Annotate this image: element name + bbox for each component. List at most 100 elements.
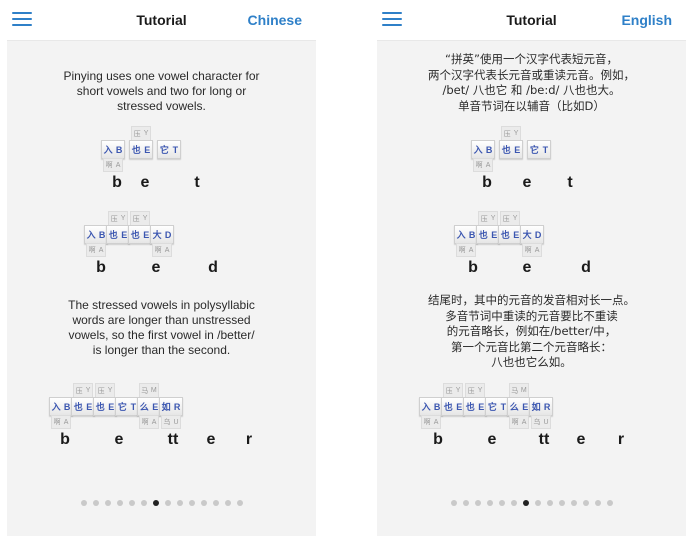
cube-face: 如R [159,397,183,416]
letter: d [208,259,218,276]
tutorial-page: “拼英”使用一个汉字代表短元音， 两个汉字代表长元音或重读元音。例如， /bet… [377,41,686,536]
page-dot[interactable] [594,500,601,506]
letter: e [140,174,150,191]
example-bed: 入B啊A 压Y也E 压Y也E 大D啊A b e d [377,211,686,276]
language-toggle-button[interactable]: English [621,12,672,28]
page-indicator[interactable] [7,500,316,506]
cube-top: 压Y [478,211,498,226]
page-dot[interactable] [80,500,87,506]
phone-screen-chinese: Tutorial English “拼英”使用一个汉字代表短元音， 两个汉字代表… [377,0,686,536]
page-dot[interactable] [128,500,135,506]
page-dot[interactable] [486,500,493,506]
page-dot[interactable] [462,500,469,506]
letter: e [522,259,532,276]
pronunciation-letters: b e tt e r [377,431,686,449]
cube-face: 如R [529,397,553,416]
letter: t [567,174,573,191]
page-dot[interactable] [450,500,457,506]
page-dot[interactable] [558,500,565,506]
page-dot[interactable] [582,500,589,506]
cube-ba: 入B啊A [470,126,496,172]
page-dot[interactable] [546,500,553,506]
letter: e [487,431,497,448]
language-toggle-button[interactable]: Chinese [248,12,302,28]
page-dot[interactable] [534,500,541,506]
intro-text: Pinying uses one vowel character for sho… [63,69,260,113]
cube-top: 压Y [73,383,93,398]
cube-top: 马M [509,383,529,398]
cube-top: 压Y [465,383,485,398]
cube-top: 压Y [108,211,128,226]
example-bet: 入B啊A 压Y也E 它T b e t [377,126,686,191]
tutorial-page: Pinying uses one vowel character for sho… [7,41,316,536]
page-dot-active[interactable] [522,500,529,506]
cube-row: 入B啊A 压Y也E 压Y也E 大D啊A [453,211,544,257]
cube-bottom: 啊A [51,415,71,429]
body-text: The stressed vowels in polysyllabic word… [68,298,255,357]
cube-top: 马M [139,383,159,398]
page-dot[interactable] [510,500,517,506]
letter: b [433,431,443,448]
pronunciation-letters: b e t [7,174,316,192]
cube-row: 入B啊A 压Y也E 压Y也E 它T 马M么E啊A 如R乌U [418,383,553,429]
hamburger-menu-icon[interactable] [12,11,32,27]
cube-bottom: 啊A [139,415,159,429]
page-indicator[interactable] [377,500,686,506]
letter: e [114,431,124,448]
cube-ba: 入B啊A [100,126,126,172]
phone-screen-english: Tutorial Chinese Pinying uses one vowel … [7,0,316,536]
page-dot[interactable] [104,500,111,506]
cube-bottom: 乌U [531,415,551,429]
cube-row: 入B啊A 压Y也E 压Y也E 大D啊A [83,211,174,257]
pronunciation-letters: b e tt e r [7,431,316,449]
cube-top: 压Y [130,211,150,226]
intro-text: “拼英”使用一个汉字代表短元音， 两个汉字代表长元音或重读元音。例如， /bet… [428,52,635,113]
page-dot[interactable] [200,500,207,506]
letter: e [522,174,532,191]
cube-face: 也E [499,140,523,159]
page-dot-active[interactable] [152,500,159,506]
example-bed: 入B啊A 压Y也E 压Y也E 大D啊A b e d [7,211,316,276]
cube-da: 大D啊A [519,211,545,257]
letter: b [60,431,70,448]
cube-face: 大D [150,225,174,244]
page-dot[interactable] [498,500,505,506]
page-dot[interactable] [140,500,147,506]
example-better: 入B啊A 压Y也E 压Y也E 它T 马M么E啊A 如R乌U b e tt e r [377,383,686,449]
cube-face: 也E [129,140,153,159]
page-dot[interactable] [116,500,123,506]
page-dot[interactable] [188,500,195,506]
cube-top: 压Y [95,383,115,398]
page-dot[interactable] [474,500,481,506]
page-dot[interactable] [606,500,613,506]
cube-row: 入B啊A 压Y也E 压Y也E 它T 马M么E啊A 如R乌U [48,383,183,429]
letter: t [194,174,200,191]
hamburger-menu-icon[interactable] [382,11,402,27]
page-dot[interactable] [224,500,231,506]
cube-face: 入B [471,140,495,159]
example-better: 入B啊A 压Y也E 压Y也E 它T 马M么E啊A 如R乌U b e tt e r [7,383,316,449]
page-dot[interactable] [212,500,219,506]
cube-bottom: 乌U [161,415,181,429]
cube-bottom: 啊A [152,243,172,257]
cube-ru: 如R乌U [528,383,554,429]
cube-face: 它T [157,140,181,159]
cube-da: 大D啊A [149,211,175,257]
cube-bottom: 啊A [456,243,476,257]
cube-bottom: 啊A [103,158,123,172]
page-dot[interactable] [176,500,183,506]
cube-face: 它T [527,140,551,159]
page-dot[interactable] [164,500,171,506]
nav-bar: Tutorial English [377,0,686,41]
cube-bottom: 啊A [473,158,493,172]
cube-top: 压Y [443,383,463,398]
letter: tt [167,431,179,448]
cube-face: 入B [101,140,125,159]
letter: tt [538,431,550,448]
page-dot[interactable] [570,500,577,506]
letter: r [245,431,253,448]
letter: e [576,431,586,448]
page-dot[interactable] [236,500,243,506]
page-dot[interactable] [92,500,99,506]
cube-ye: 压Y也E [498,126,524,172]
